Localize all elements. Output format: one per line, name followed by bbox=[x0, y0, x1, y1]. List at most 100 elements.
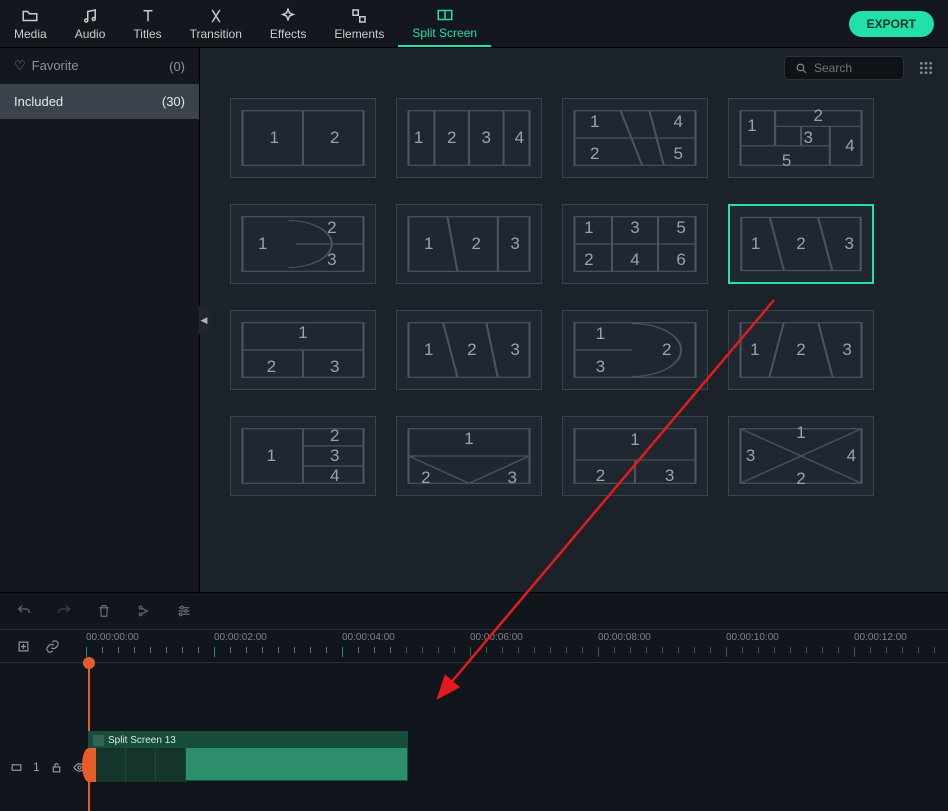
tab-media[interactable]: Media bbox=[0, 0, 61, 47]
split-screen-thumb[interactable]: 123 bbox=[728, 310, 874, 390]
heart-icon: ♡ bbox=[14, 58, 26, 73]
split-screen-thumb[interactable]: 1234 bbox=[230, 416, 376, 496]
redo-icon[interactable] bbox=[56, 603, 72, 619]
tab-label: Effects bbox=[270, 27, 306, 41]
sidebar-item-label: Favorite bbox=[32, 58, 79, 73]
track-number: 1 bbox=[33, 760, 40, 774]
tab-elements[interactable]: Elements bbox=[320, 0, 398, 47]
split-screen-thumb[interactable]: 123 bbox=[230, 204, 376, 284]
split-screen-thumb[interactable]: 12 bbox=[230, 98, 376, 178]
sidebar-item-count: (0) bbox=[169, 59, 185, 74]
time-label: 00:00:06:00 bbox=[470, 632, 523, 643]
undo-icon[interactable] bbox=[16, 603, 32, 619]
layout-region-number: 2 bbox=[327, 218, 336, 238]
layout-region-number: 4 bbox=[515, 128, 524, 148]
top-tabs: Media Audio Titles Transition Effects El… bbox=[0, 0, 948, 48]
delete-icon[interactable] bbox=[96, 603, 112, 619]
tab-transition[interactable]: Transition bbox=[176, 0, 256, 47]
layout-region-number: 5 bbox=[782, 151, 791, 171]
time-label: 00:00:12:00 bbox=[854, 632, 907, 643]
layout-region-number: 2 bbox=[796, 234, 805, 254]
split-screen-thumb[interactable]: 1 2 3 bbox=[728, 204, 874, 284]
tab-label: Transition bbox=[190, 27, 242, 41]
folder-icon bbox=[21, 7, 39, 25]
search-input[interactable] bbox=[814, 61, 884, 75]
sidebar-collapse-handle[interactable]: ◀ bbox=[199, 306, 209, 334]
layout-region-number: 2 bbox=[330, 128, 339, 148]
layout-region-number: 3 bbox=[482, 128, 491, 148]
layout-region-number: 2 bbox=[590, 144, 599, 164]
tab-split-screen[interactable]: Split Screen bbox=[398, 0, 491, 47]
layout-region-number: 1 bbox=[796, 423, 805, 443]
adjust-icon[interactable] bbox=[176, 603, 192, 619]
clip-segment: 2 bbox=[126, 748, 156, 782]
clip-type-icon bbox=[93, 735, 104, 746]
layout-region-number: 2 bbox=[267, 357, 276, 377]
split-screen-thumb[interactable]: 1234 bbox=[396, 98, 542, 178]
split-screen-thumb[interactable]: 123 bbox=[396, 416, 542, 496]
layout-region-number: 2 bbox=[796, 469, 805, 489]
link-icon[interactable] bbox=[45, 639, 60, 654]
layout-region-number: 1 bbox=[424, 234, 433, 254]
split-screen-thumb[interactable]: 123 bbox=[562, 310, 708, 390]
tab-effects[interactable]: Effects bbox=[256, 0, 320, 47]
track-area[interactable]: 1 Split Screen 13 1 2 3 bbox=[0, 663, 948, 811]
transition-icon bbox=[207, 7, 225, 25]
split-icon[interactable] bbox=[136, 603, 152, 619]
export-button[interactable]: EXPORT bbox=[849, 11, 934, 37]
clip-segment: 3 bbox=[156, 748, 186, 782]
time-ruler[interactable]: 00:00:00:0000:00:02:0000:00:04:0000:00:0… bbox=[86, 629, 948, 663]
add-marker-icon[interactable] bbox=[16, 639, 31, 654]
time-label: 00:00:04:00 bbox=[342, 632, 395, 643]
layout-region-number: 3 bbox=[330, 446, 339, 466]
thumbnail-panel: ◀ 12123412451234512312312345612312312312… bbox=[200, 48, 948, 592]
time-label: 00:00:08:00 bbox=[598, 632, 651, 643]
layout-region-number: 1 bbox=[751, 234, 760, 254]
layout-region-number: 1 bbox=[414, 128, 423, 148]
layout-region-number: 3 bbox=[330, 357, 339, 377]
layout-region-number: 2 bbox=[584, 250, 593, 270]
lock-icon[interactable] bbox=[50, 761, 63, 774]
sidebar-item-included[interactable]: Included (30) bbox=[0, 84, 199, 119]
layout-region-number: 3 bbox=[507, 468, 516, 488]
sidebar-item-favorite[interactable]: ♡ Favorite (0) bbox=[0, 48, 199, 84]
split-screen-thumb[interactable]: 123 bbox=[562, 416, 708, 496]
sidebar-item-count: (30) bbox=[162, 94, 185, 109]
tab-titles[interactable]: Titles bbox=[119, 0, 175, 47]
timeline-panel: 00:00:00:0000:00:02:0000:00:04:0000:00:0… bbox=[0, 592, 948, 811]
split-screen-thumb[interactable]: 123 bbox=[396, 310, 542, 390]
music-icon bbox=[81, 7, 99, 25]
split-screen-thumb[interactable]: 1245 bbox=[562, 98, 708, 178]
sparkle-icon bbox=[279, 7, 297, 25]
layout-region-number: 6 bbox=[676, 250, 685, 270]
layout-region-number: 3 bbox=[510, 234, 519, 254]
layout-region-number: 3 bbox=[596, 357, 605, 377]
tab-audio[interactable]: Audio bbox=[61, 0, 120, 47]
category-sidebar: ♡ Favorite (0) Included (30) bbox=[0, 48, 200, 592]
layout-region-number: 1 bbox=[424, 340, 433, 360]
layout-region-number: 4 bbox=[847, 446, 856, 466]
grid-view-icon[interactable] bbox=[918, 60, 934, 76]
layout-region-number: 2 bbox=[796, 340, 805, 360]
search-box[interactable] bbox=[784, 56, 904, 80]
layout-region-number: 1 bbox=[747, 116, 756, 136]
layout-region-number: 2 bbox=[467, 340, 476, 360]
split-screen-thumb[interactable]: 1234 bbox=[728, 416, 874, 496]
clip-title: Split Screen 13 bbox=[108, 735, 176, 746]
layout-region-number: 2 bbox=[330, 426, 339, 446]
layout-region-number: 2 bbox=[596, 466, 605, 486]
layout-region-number: 2 bbox=[421, 468, 430, 488]
split-screen-thumb[interactable]: 123 bbox=[396, 204, 542, 284]
layout-region-number: 1 bbox=[584, 218, 593, 238]
timeline-toolbar bbox=[0, 593, 948, 629]
split-screen-thumb[interactable]: 12345 bbox=[728, 98, 874, 178]
split-screen-thumb[interactable]: 123 bbox=[230, 310, 376, 390]
timeline-clip[interactable]: Split Screen 13 1 2 3 bbox=[88, 731, 408, 781]
split-screen-thumb[interactable]: 123456 bbox=[562, 204, 708, 284]
layout-region-number: 1 bbox=[267, 446, 276, 466]
text-icon bbox=[139, 7, 157, 25]
clip-trim-handle[interactable] bbox=[82, 748, 96, 782]
layout-region-number: 3 bbox=[845, 234, 854, 254]
layout-region-number: 4 bbox=[673, 112, 682, 132]
layout-region-number: 1 bbox=[269, 128, 278, 148]
